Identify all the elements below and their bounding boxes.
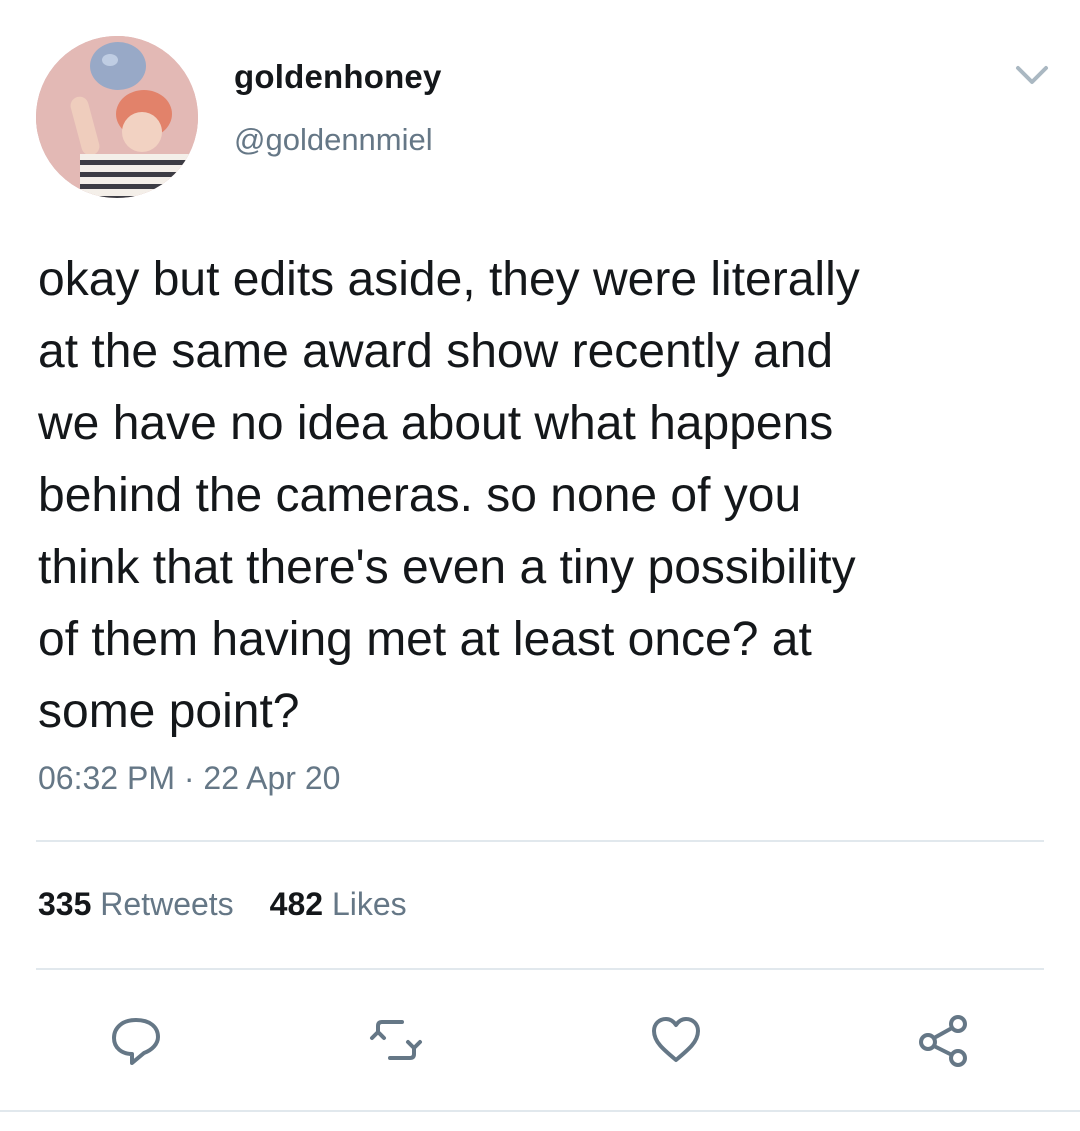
divider <box>36 840 1044 842</box>
reply-button[interactable] <box>106 1010 166 1070</box>
chevron-down-icon[interactable] <box>1006 56 1058 96</box>
divider <box>0 1110 1080 1112</box>
retweets-stat[interactable]: 335 Retweets <box>38 886 234 923</box>
tweet-text: okay but edits aside, they were literall… <box>38 253 860 738</box>
retweet-icon <box>370 1020 422 1060</box>
display-name[interactable]: goldenhoney <box>234 58 442 96</box>
retweets-label: Retweets <box>100 886 234 922</box>
tweet-timestamp[interactable]: 06:32 PM · 22 Apr 20 <box>38 760 340 797</box>
retweets-count: 335 <box>38 886 92 922</box>
avatar-image <box>36 36 198 198</box>
likes-label: Likes <box>331 886 407 922</box>
likes-count: 482 <box>269 886 324 922</box>
heart-icon <box>652 1017 700 1062</box>
like-button[interactable] <box>646 1010 706 1070</box>
reply-icon <box>112 1018 160 1065</box>
divider <box>36 968 1044 970</box>
user-handle[interactable]: @goldennmiel <box>234 122 433 158</box>
share-icon <box>919 1015 967 1067</box>
likes-stat[interactable]: 482 Likes <box>270 886 407 923</box>
tweet-stats: 335 Retweets 482 Likes <box>38 886 407 923</box>
avatar[interactable] <box>36 36 198 198</box>
action-bar <box>0 1010 1080 1070</box>
tweet-card: goldenhoney @goldennmiel okay but edits … <box>0 0 1080 1131</box>
share-button[interactable] <box>914 1010 974 1070</box>
retweet-button[interactable] <box>366 1010 426 1070</box>
